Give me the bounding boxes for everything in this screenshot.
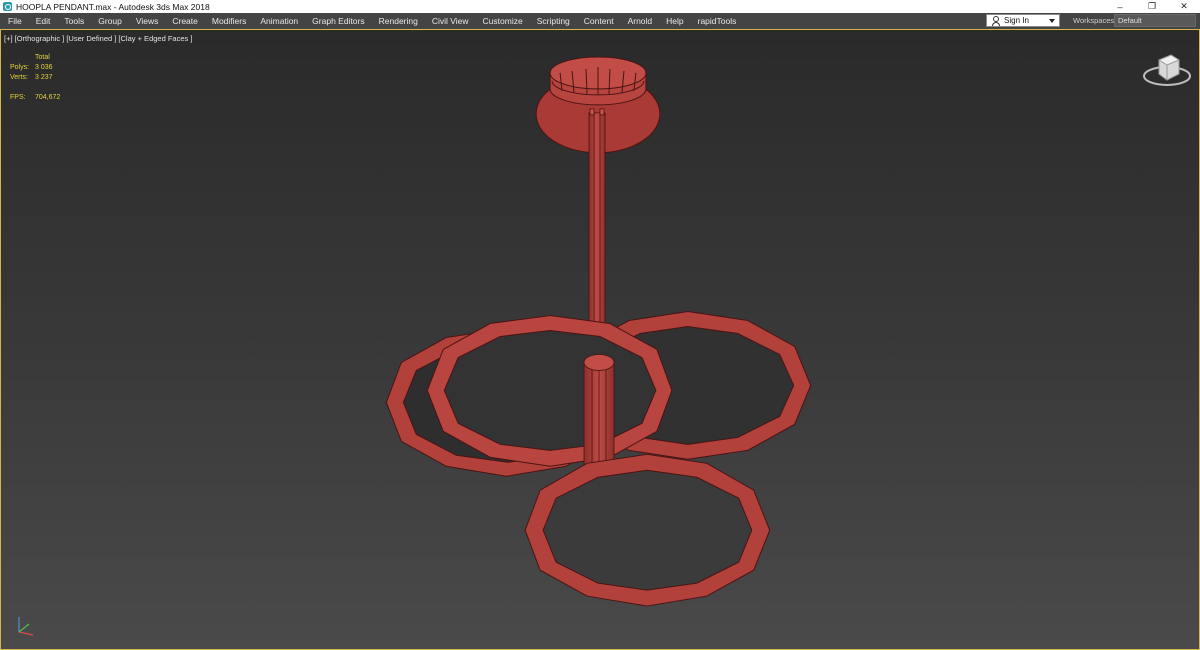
menu-file[interactable]: File [0, 16, 29, 26]
title-bar: HOOPLA PENDANT.max - Autodesk 3ds Max 20… [0, 0, 1200, 13]
workspace-select[interactable]: Default [1114, 14, 1196, 27]
ring-front [524, 453, 771, 607]
menu-help[interactable]: Help [659, 16, 690, 26]
stats-polys-value: 3 036 [35, 64, 53, 71]
menu-animation[interactable]: Animation [253, 16, 305, 26]
menu-civil-view[interactable]: Civil View [425, 16, 476, 26]
minimize-button[interactable]: – [1104, 0, 1136, 13]
stats-fps-label: FPS: [10, 94, 26, 101]
menu-rendering[interactable]: Rendering [372, 16, 425, 26]
menu-rapidtools[interactable]: rapidTools [691, 16, 744, 26]
menu-edit[interactable]: Edit [29, 16, 58, 26]
window-controls: – ❐ ✕ [1104, 0, 1200, 13]
menu-views[interactable]: Views [129, 16, 166, 26]
stats-total-label: Total [35, 54, 50, 61]
menu-tools[interactable]: Tools [57, 16, 91, 26]
menu-content[interactable]: Content [577, 16, 621, 26]
close-button[interactable]: ✕ [1168, 0, 1200, 13]
menu-bar: File Edit Tools Group Views Create Modif… [0, 13, 1200, 29]
menu-graph-editors[interactable]: Graph Editors [305, 16, 371, 26]
stats-polys-label: Polys: [10, 64, 30, 71]
stats-verts-label: Verts: [10, 74, 28, 81]
perspective-viewport[interactable]: [+] [Orthographic ] [User Defined ] [Cla… [0, 29, 1200, 650]
window-title: HOOPLA PENDANT.max - Autodesk 3ds Max 20… [16, 1, 210, 12]
menu-customize[interactable]: Customize [476, 16, 530, 26]
pendant-model[interactable] [1, 30, 1199, 649]
viewport-label[interactable]: [+] [Orthographic ] [User Defined ] [Cla… [4, 34, 192, 43]
user-icon [991, 16, 1000, 26]
axis-gizmo-icon [18, 617, 34, 636]
view-cube-icon[interactable] [1141, 50, 1193, 90]
stats-verts-value: 3 237 [35, 74, 53, 81]
menu-group[interactable]: Group [91, 16, 129, 26]
stats-fps-value: 704,672 [35, 94, 61, 101]
restore-button[interactable]: ❐ [1136, 0, 1168, 13]
sign-in-dropdown[interactable]: Sign In [986, 14, 1060, 27]
workspaces-label: Workspaces: [1073, 16, 1117, 25]
menu-arnold[interactable]: Arnold [621, 16, 660, 26]
menu-create[interactable]: Create [165, 16, 205, 26]
sign-in-label: Sign In [1004, 16, 1029, 25]
chevron-down-icon [1049, 18, 1055, 23]
app-icon [3, 2, 12, 11]
menu-scripting[interactable]: Scripting [530, 16, 577, 26]
menu-modifiers[interactable]: Modifiers [205, 16, 253, 26]
